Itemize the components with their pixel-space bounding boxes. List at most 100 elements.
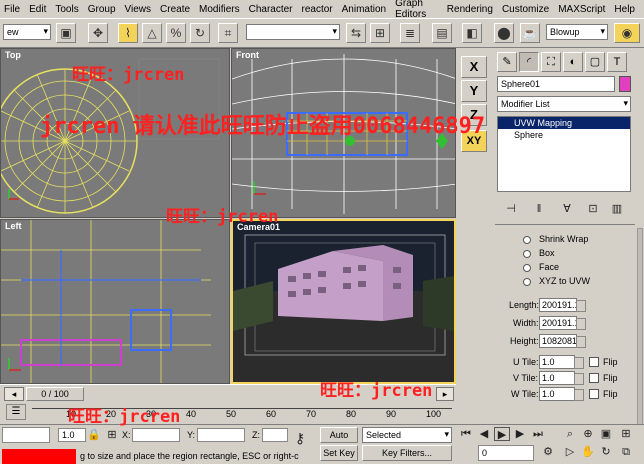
select-move-icon[interactable]: ✥ xyxy=(88,23,108,43)
width-spinner[interactable]: 200191.1 xyxy=(539,316,586,330)
modifier-list-dropdown[interactable]: Modifier List xyxy=(497,96,631,112)
current-frame-field[interactable]: 0 xyxy=(478,445,534,461)
viewport-left[interactable]: Left xyxy=(0,219,230,384)
maxscript-listener[interactable] xyxy=(2,427,50,443)
radio-shrink-wrap[interactable] xyxy=(523,236,531,244)
menu-tools[interactable]: Tools xyxy=(55,4,78,15)
radio-face[interactable] xyxy=(523,264,531,272)
radio-box[interactable] xyxy=(523,250,531,258)
material-editor-icon[interactable]: ⬤ xyxy=(494,23,514,43)
show-end-result-icon[interactable]: ‖ xyxy=(531,202,547,216)
menu-create[interactable]: Create xyxy=(160,4,190,15)
render-type-dropdown[interactable]: Blowup xyxy=(546,24,608,40)
maxscript-mini-listener[interactable] xyxy=(2,449,76,464)
remove-modifier-icon[interactable]: ⊡ xyxy=(585,202,601,216)
select-filter-icon[interactable]: ▣ xyxy=(56,23,76,43)
key-filters-button[interactable]: Key Filters... xyxy=(362,445,452,461)
zoom-icon[interactable]: ⌕ xyxy=(562,427,578,441)
menu-file[interactable]: File xyxy=(4,4,20,15)
pan-hand-icon[interactable]: ✋ xyxy=(580,445,596,459)
time-slider-thumb[interactable]: 0 / 100 xyxy=(26,387,84,401)
time-config-icon[interactable]: ⚙ xyxy=(540,445,556,459)
menu-character[interactable]: Character xyxy=(249,4,293,15)
curve-editor-icon[interactable]: ▤ xyxy=(432,23,452,43)
quick-render-icon[interactable]: ◉ xyxy=(614,23,640,43)
utilities-tab-icon[interactable]: T xyxy=(607,52,627,72)
utile-spinner[interactable]: 1.0 xyxy=(539,355,584,369)
mirror-icon[interactable]: ⇆ xyxy=(346,23,366,43)
time-slider-next-icon[interactable]: ▸ xyxy=(436,387,454,401)
utile-flip-checkbox[interactable] xyxy=(589,357,599,367)
pin-stack-icon[interactable]: ⊣ xyxy=(503,202,519,216)
render-scene-icon[interactable]: ☕ xyxy=(520,23,540,43)
object-name-field[interactable]: Sphere01 xyxy=(497,76,615,92)
layer-manager-icon[interactable]: ≣ xyxy=(400,23,420,43)
motion-tab-icon[interactable]: ◐ xyxy=(563,52,583,72)
menu-rendering[interactable]: Rendering xyxy=(447,4,493,15)
menu-customize[interactable]: Customize xyxy=(502,4,549,15)
menu-maxscript[interactable]: MAXScript xyxy=(558,4,605,15)
vtile-spinner[interactable]: 1.0 xyxy=(539,371,584,385)
key-selection-dropdown[interactable]: Selected xyxy=(362,427,452,443)
schematic-view-icon[interactable]: ◧ xyxy=(462,23,482,43)
stack-item-sphere[interactable]: Sphere xyxy=(498,129,630,141)
absolute-mode-icon[interactable]: ⊞ xyxy=(104,428,120,442)
snap-toggle-icon[interactable]: ⌇ xyxy=(118,23,138,43)
angle-snap-icon[interactable]: △ xyxy=(142,23,162,43)
wtile-flip-checkbox[interactable] xyxy=(589,389,599,399)
zoom-all-icon[interactable]: ⊕ xyxy=(580,427,596,441)
goto-end-icon[interactable]: ⏭ xyxy=(530,427,546,441)
orbit-icon[interactable]: ↻ xyxy=(598,445,614,459)
percent-snap-icon[interactable]: % xyxy=(166,23,186,43)
view-dropdown[interactable]: ew xyxy=(3,24,51,40)
play-icon[interactable]: ▶ xyxy=(494,427,510,441)
menu-graph-editors[interactable]: Graph Editors xyxy=(395,0,438,20)
zoom-extents-icon[interactable]: ▣ xyxy=(598,427,614,441)
named-selection-dropdown[interactable] xyxy=(246,24,340,40)
menu-views[interactable]: Views xyxy=(125,4,152,15)
menu-animation[interactable]: Animation xyxy=(342,4,386,15)
edit-named-selections-icon[interactable]: ⌗ xyxy=(218,23,238,43)
axis-y-button[interactable]: Y xyxy=(461,80,487,102)
menu-modifiers[interactable]: Modifiers xyxy=(199,4,240,15)
goto-start-icon[interactable]: ⏮ xyxy=(458,427,474,441)
selection-count-field[interactable]: 1.0 xyxy=(58,428,86,442)
z-coordinate-field[interactable] xyxy=(262,428,288,442)
auto-key-button[interactable]: Auto Key xyxy=(320,427,358,454)
align-icon[interactable]: ⊞ xyxy=(370,23,390,43)
track-bar-filter-icon[interactable]: ☰ xyxy=(6,404,26,420)
prev-frame-icon[interactable]: ◀ xyxy=(476,427,492,441)
spinner-snap-icon[interactable]: ↻ xyxy=(190,23,210,43)
x-coordinate-field[interactable] xyxy=(132,428,180,442)
menu-edit[interactable]: Edit xyxy=(29,4,46,15)
menu-reactor[interactable]: reactor xyxy=(302,4,333,15)
display-tab-icon[interactable]: ▢ xyxy=(585,52,605,72)
menu-help[interactable]: Help xyxy=(614,4,635,15)
make-unique-icon[interactable]: ∀ xyxy=(559,202,575,216)
maximize-viewport-icon[interactable]: ⧉ xyxy=(618,445,634,459)
viewport-camera[interactable]: Camera01 xyxy=(231,219,456,384)
radio-xyz-to-uvw[interactable] xyxy=(523,278,531,286)
y-coordinate-field[interactable] xyxy=(197,428,245,442)
modify-tab-icon[interactable]: ◜ xyxy=(519,52,539,72)
fov-icon[interactable]: ▷ xyxy=(562,445,578,459)
menu-group[interactable]: Group xyxy=(88,4,116,15)
time-slider-prev-icon[interactable]: ◂ xyxy=(4,387,24,401)
selection-lock-icon[interactable]: 🔒 xyxy=(86,428,102,442)
y-label: Y: xyxy=(187,430,196,440)
object-color-swatch[interactable] xyxy=(619,76,631,92)
axis-x-button[interactable]: X xyxy=(461,56,487,78)
stack-item-uvw-mapping[interactable]: UVW Mapping xyxy=(498,117,630,129)
track-bar-tick: 80 xyxy=(346,409,357,419)
track-bar-tick: 50 xyxy=(226,409,237,419)
wtile-spinner[interactable]: 1.0 xyxy=(539,387,584,401)
vtile-flip-checkbox[interactable] xyxy=(589,373,599,383)
hierarchy-tab-icon[interactable]: ⛶ xyxy=(541,52,561,72)
next-frame-icon[interactable]: ▶ xyxy=(512,427,528,441)
create-tab-icon[interactable]: ✎ xyxy=(497,52,517,72)
length-spinner[interactable]: 200191.1 xyxy=(539,298,586,312)
set-key-button[interactable]: Set Key xyxy=(320,445,358,461)
height-spinner[interactable]: 1082081 xyxy=(539,334,586,348)
configure-sets-icon[interactable]: ▥ xyxy=(609,202,625,216)
zoom-extents-all-icon[interactable]: ⊞ xyxy=(618,427,634,441)
